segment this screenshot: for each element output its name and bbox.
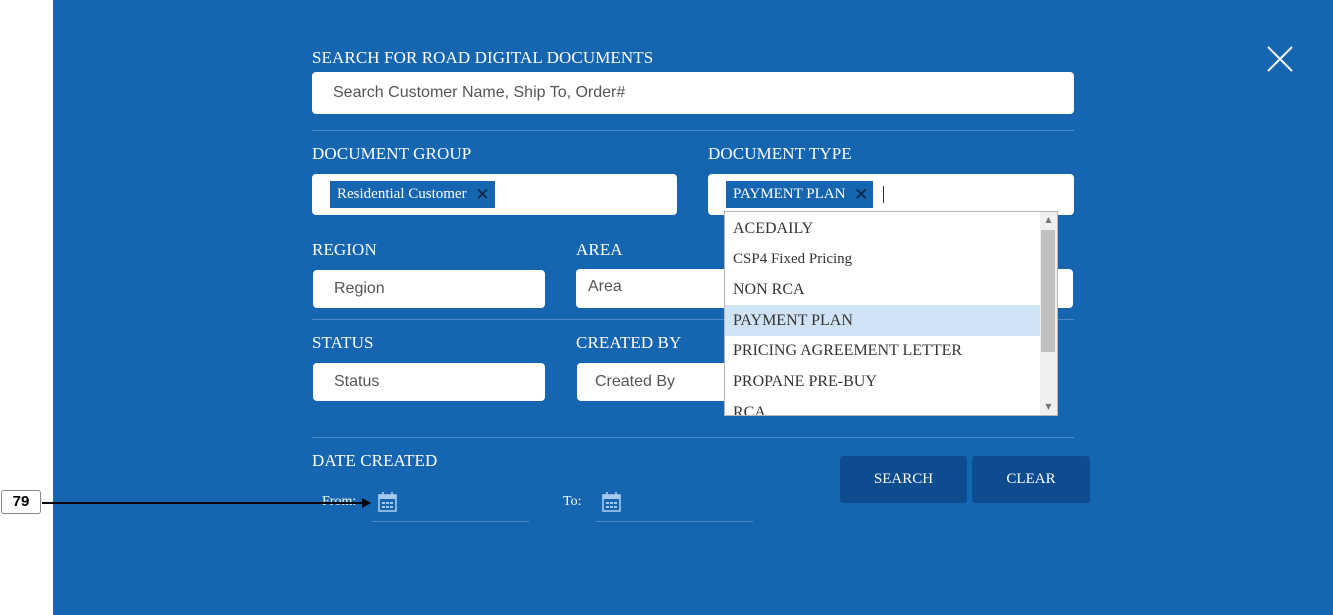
scrollbar-thumb[interactable] (1041, 230, 1055, 352)
status-label: STATUS (312, 333, 374, 352)
from-date-input[interactable] (372, 521, 529, 522)
chip-remove-icon[interactable]: ✕ (854, 181, 868, 208)
document-group-select[interactable]: Residential Customer ✕ (312, 174, 677, 215)
date-created-label: DATE CREATED (312, 451, 438, 470)
text-caret (883, 186, 884, 203)
dropdown-option-rca[interactable]: RCA (725, 397, 1040, 415)
annotation-arrow-head-icon (362, 498, 371, 508)
created-by-placeholder: Created By (595, 373, 676, 390)
search-button[interactable]: SEARCH (840, 456, 967, 503)
document-group-label: DOCUMENT GROUP (312, 144, 472, 163)
divider (312, 130, 1074, 131)
region-label: REGION (312, 240, 377, 259)
dropdown-option-pricing-agreement-letter[interactable]: PRICING AGREEMENT LETTER (725, 335, 1040, 366)
dropdown-scrollbar[interactable]: ▲ ▼ (1040, 212, 1057, 415)
dropdown-option-non-rca[interactable]: NON RCA (725, 274, 1040, 305)
document-group-chip: Residential Customer ✕ (330, 181, 495, 208)
status-placeholder: Status (334, 373, 380, 390)
calendar-icon[interactable] (602, 492, 621, 512)
dropdown-option-csp4-fixed-pricing[interactable]: CSP4 Fixed Pricing (725, 244, 1040, 275)
to-label: To: (563, 494, 582, 509)
search-input[interactable]: Search Customer Name, Ship To, Order# (312, 72, 1074, 114)
to-date-input[interactable] (596, 521, 753, 522)
document-type-label: DOCUMENT TYPE (708, 144, 852, 163)
document-type-chip: PAYMENT PLAN ✕ (726, 181, 874, 208)
clear-button[interactable]: CLEAR (972, 456, 1090, 503)
document-type-chip-label: PAYMENT PLAN (733, 186, 846, 202)
document-type-select[interactable]: PAYMENT PLAN ✕ (708, 174, 1074, 215)
area-label: AREA (576, 240, 623, 259)
search-label: SEARCH FOR ROAD DIGITAL DOCUMENTS (312, 48, 654, 67)
created-by-label: CREATED BY (576, 333, 682, 352)
region-placeholder: Region (334, 280, 385, 297)
calendar-icon[interactable] (378, 492, 397, 512)
dropdown-option-propane-pre-buy[interactable]: PROPANE PRE-BUY (725, 366, 1040, 397)
scroll-up-icon[interactable]: ▲ (1040, 212, 1057, 228)
document-group-chip-label: Residential Customer (337, 186, 467, 202)
annotation-label: 79 (1, 490, 41, 514)
dropdown-option-acedaily[interactable]: ACEDAILY (725, 213, 1040, 244)
divider (312, 437, 1074, 438)
area-placeholder: Area (588, 277, 622, 295)
close-icon[interactable] (1266, 45, 1294, 73)
annotation-arrow-line (42, 502, 364, 504)
chip-remove-icon[interactable]: ✕ (475, 181, 489, 208)
status-select[interactable]: Status (313, 363, 545, 401)
dropdown-option-payment-plan[interactable]: PAYMENT PLAN (725, 305, 1040, 336)
search-placeholder: Search Customer Name, Ship To, Order# (333, 84, 626, 101)
region-select[interactable]: Region (313, 270, 545, 308)
scroll-down-icon[interactable]: ▼ (1040, 399, 1057, 415)
document-type-dropdown[interactable]: ACEDAILY CSP4 Fixed Pricing NON RCA PAYM… (724, 211, 1058, 416)
